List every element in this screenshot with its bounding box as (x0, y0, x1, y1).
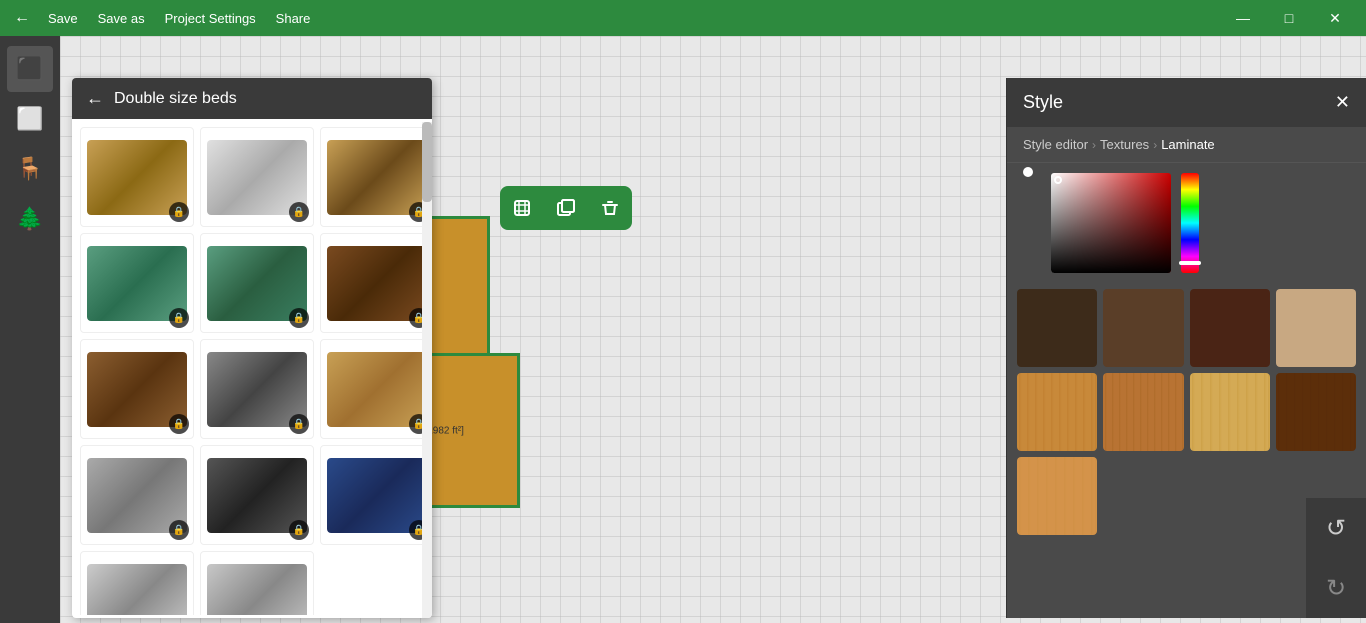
list-item[interactable]: 🔒 (200, 127, 314, 227)
texture-item[interactable] (1276, 373, 1356, 451)
style-panel-header: Style ✕ (1007, 78, 1366, 127)
sidebar-item-outdoor[interactable]: 🌲 (7, 196, 53, 242)
beds-panel-title: Double size beds (114, 90, 237, 108)
list-item[interactable]: 🔒 (320, 445, 432, 545)
texture-item[interactable] (1276, 289, 1356, 367)
lock-badge: 🔒 (289, 308, 309, 328)
lock-badge: 🔒 (289, 202, 309, 222)
breadcrumb: Style editor › Textures › Laminate (1007, 127, 1366, 163)
lock-badge: 🔒 (289, 520, 309, 540)
save-as-button[interactable]: Save as (90, 9, 153, 28)
minimize-button[interactable]: — (1220, 0, 1266, 36)
redo-button[interactable]: ↻ (1306, 558, 1366, 618)
beds-panel: ← Double size beds 🔒 🔒 🔒 🔒 (72, 78, 432, 618)
scrollbar-thumb[interactable] (422, 122, 432, 202)
list-item[interactable]: 🔒 (80, 445, 194, 545)
beds-panel-back-button[interactable]: ← (86, 88, 104, 109)
list-item[interactable]: 🔒 (80, 233, 194, 333)
gradient-layer-2 (1051, 173, 1171, 273)
list-item[interactable]: 🔒 (320, 339, 432, 439)
undo-button[interactable]: ↺ (1306, 498, 1366, 558)
float-toolbar (500, 186, 632, 230)
scrollbar-track[interactable] (422, 122, 432, 618)
save-button[interactable]: Save (40, 9, 86, 28)
list-item[interactable]: 🔒 (200, 233, 314, 333)
project-settings-button[interactable]: Project Settings (157, 9, 264, 28)
lock-badge: 🔒 (169, 414, 189, 434)
style-panel-title: Style (1023, 92, 1063, 113)
texture-item[interactable] (1103, 373, 1183, 451)
maximize-button[interactable]: □ (1266, 0, 1312, 36)
share-button[interactable]: Share (268, 9, 319, 28)
color-picker-area (1007, 163, 1366, 283)
list-item[interactable]: 🔒 (200, 339, 314, 439)
texture-item[interactable] (1103, 289, 1183, 367)
breadcrumb-sep-1: › (1092, 138, 1096, 152)
breadcrumb-laminate: Laminate (1161, 137, 1214, 152)
texture-item[interactable] (1190, 289, 1270, 367)
title-bar: ← Save Save as Project Settings Share — … (0, 0, 1366, 36)
list-item[interactable]: 🔒 (320, 233, 432, 333)
list-item[interactable]: 🔒 (80, 339, 194, 439)
hue-indicator (1179, 261, 1201, 265)
sidebar-item-windows[interactable]: ⬜ (7, 96, 53, 142)
close-button[interactable]: ✕ (1312, 0, 1358, 36)
color-picker-cursor (1054, 176, 1062, 184)
list-item[interactable] (80, 551, 194, 615)
lock-badge: 🔒 (169, 520, 189, 540)
style-panel: Style ✕ Style editor › Textures › Lamina… (1006, 78, 1366, 618)
left-sidebar: ⬛ ⬜ 🪑 🌲 (0, 36, 60, 623)
beds-panel-header: ← Double size beds (72, 78, 432, 119)
back-button[interactable]: ← (8, 7, 36, 29)
list-item[interactable]: 🔒 (200, 445, 314, 545)
breadcrumb-textures[interactable]: Textures (1100, 137, 1149, 152)
breadcrumb-style-editor[interactable]: Style editor (1023, 137, 1088, 152)
texture-item[interactable] (1017, 289, 1097, 367)
hue-slider[interactable] (1181, 173, 1199, 273)
undo-redo-area: ↺ ↻ (1306, 498, 1366, 618)
breadcrumb-sep-2: › (1153, 138, 1157, 152)
color-gradient-picker[interactable] (1051, 173, 1171, 273)
lock-badge: 🔒 (169, 308, 189, 328)
move-tool-button[interactable] (500, 186, 544, 230)
texture-item[interactable] (1190, 373, 1270, 451)
beds-panel-scroll[interactable]: 🔒 🔒 🔒 🔒 🔒 (72, 119, 432, 615)
list-item[interactable]: 🔒 (320, 127, 432, 227)
sidebar-item-furniture[interactable]: 🪑 (7, 146, 53, 192)
texture-item[interactable] (1017, 373, 1097, 451)
main-area: ⬛ ⬜ 🪑 🌲 Living Room [1982 ft²] (0, 36, 1366, 623)
window-controls: — □ ✕ (1220, 0, 1358, 36)
beds-grid: 🔒 🔒 🔒 🔒 🔒 (80, 127, 424, 615)
list-item[interactable] (200, 551, 314, 615)
sidebar-item-walls[interactable]: ⬛ (7, 46, 53, 92)
bed-image (207, 564, 307, 616)
color-picker-dot[interactable] (1023, 167, 1033, 177)
lock-badge: 🔒 (289, 414, 309, 434)
list-item[interactable]: 🔒 (80, 127, 194, 227)
lock-badge: 🔒 (169, 202, 189, 222)
delete-button[interactable] (588, 186, 632, 230)
duplicate-button[interactable] (544, 186, 588, 230)
bed-image (87, 564, 187, 616)
style-panel-close-button[interactable]: ✕ (1335, 92, 1350, 113)
texture-item[interactable] (1017, 457, 1097, 535)
